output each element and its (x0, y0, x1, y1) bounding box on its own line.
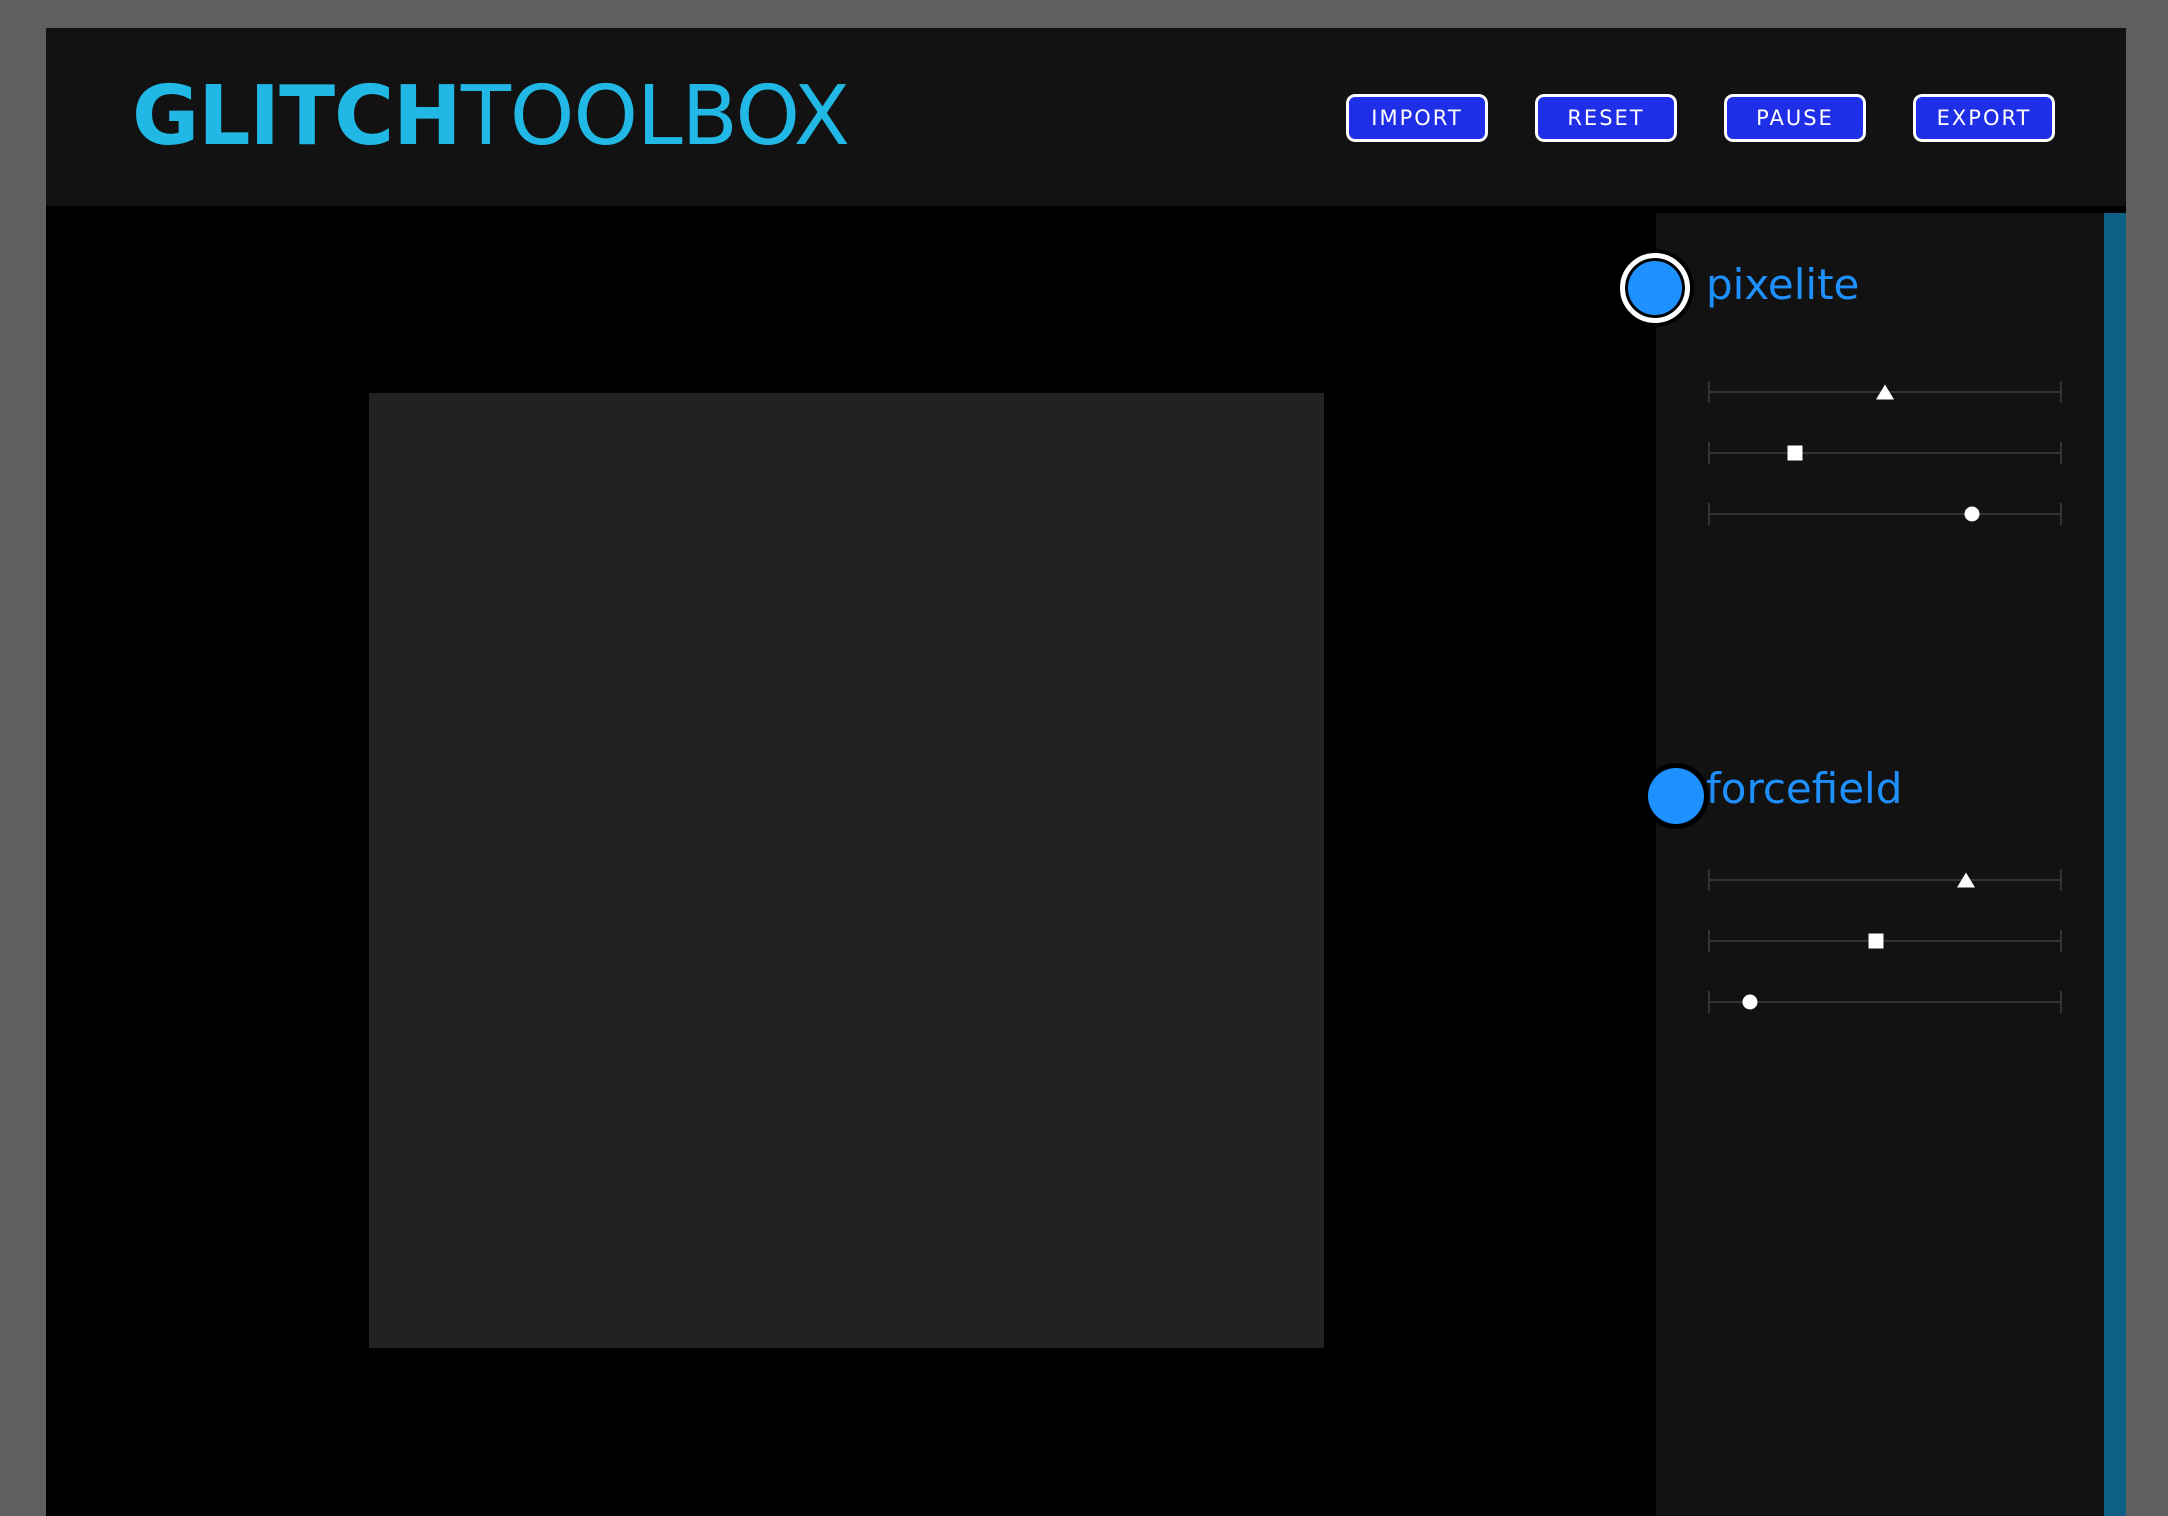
header-bar: GLITCHTOOLBOX IMPORT RESET PAUSE EXPORT (46, 28, 2126, 206)
slider-min-tick (1708, 930, 1710, 952)
app-logo: GLITCHTOOLBOX (132, 76, 850, 158)
circle-handle-icon[interactable] (1964, 506, 1980, 522)
app-window: GLITCHTOOLBOX IMPORT RESET PAUSE EXPORT … (46, 28, 2126, 1516)
slider-track (1708, 513, 2062, 515)
slider-min-tick (1708, 869, 1710, 891)
slider-min-tick (1708, 991, 1710, 1013)
effect-toggle-pixelite[interactable] (1620, 253, 1690, 323)
triangle-handle-icon[interactable] (1876, 384, 1894, 400)
slider-max-tick (2060, 869, 2062, 891)
export-button[interactable]: EXPORT (1910, 91, 2058, 145)
slider-track (1708, 940, 2062, 942)
square-handle-icon[interactable] (1868, 933, 1884, 949)
reset-button[interactable]: RESET (1532, 91, 1680, 145)
triangle-handle-icon[interactable] (1957, 872, 1976, 888)
forcefield-slider-1[interactable] (1708, 865, 2062, 895)
logo-glitch: GLITCH (132, 69, 462, 164)
pixelite-slider-3[interactable] (1708, 499, 2062, 529)
logo-toolbox: TOOLBOX (460, 69, 850, 164)
pixelite-slider-1[interactable] (1708, 377, 2062, 407)
slider-track (1708, 452, 2062, 454)
pause-button[interactable]: PAUSE (1721, 91, 1869, 145)
effect-label-forcefield: forcefield (1706, 764, 1903, 813)
panel-scroll-edge[interactable] (2104, 213, 2126, 1516)
slider-min-tick (1708, 381, 1710, 403)
effect-label-pixelite: pixelite (1706, 260, 1860, 309)
forcefield-slider-2[interactable] (1708, 926, 2062, 956)
slider-max-tick (2060, 442, 2062, 464)
slider-track (1708, 1001, 2062, 1003)
effect-toggle-forcefield[interactable] (1648, 768, 1704, 824)
circle-handle-icon[interactable] (1742, 994, 1758, 1010)
import-button[interactable]: IMPORT (1343, 91, 1491, 145)
canvas-preview[interactable] (369, 393, 1324, 1348)
slider-max-tick (2060, 381, 2062, 403)
slider-max-tick (2060, 503, 2062, 525)
slider-max-tick (2060, 991, 2062, 1013)
forcefield-slider-3[interactable] (1708, 987, 2062, 1017)
slider-max-tick (2060, 930, 2062, 952)
slider-min-tick (1708, 503, 1710, 525)
pixelite-slider-2[interactable] (1708, 438, 2062, 468)
slider-min-tick (1708, 442, 1710, 464)
square-handle-icon[interactable] (1787, 445, 1803, 461)
slider-track (1708, 879, 2062, 881)
